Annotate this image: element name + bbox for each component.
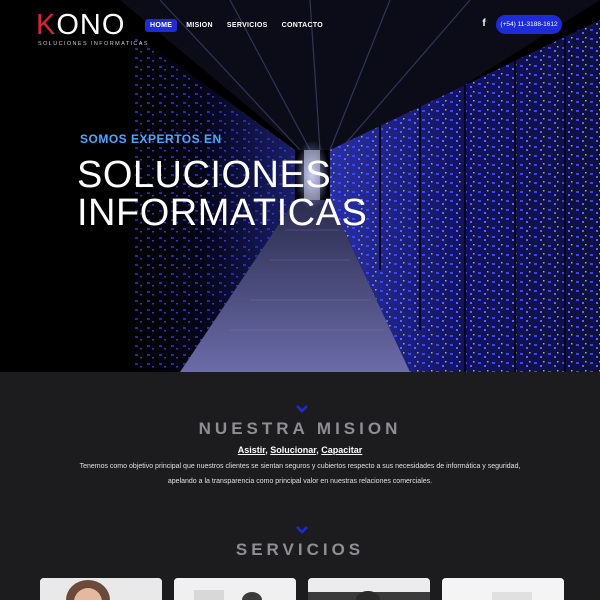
service-card-image	[174, 578, 296, 600]
hero-section: KONO SOLUCIONES INFORMATICAS HOME MISION…	[0, 0, 600, 372]
mision-title: NUESTRA MISION	[198, 419, 402, 438]
main-menu: HOME MISION SERVICIOS CONTACTO	[145, 19, 332, 32]
service-card[interactable]	[174, 578, 296, 600]
service-card-image	[442, 578, 564, 600]
servicios-cards	[40, 578, 570, 600]
logo-wordmark: KONO	[36, 9, 126, 41]
service-card-image	[40, 578, 162, 600]
chevron-down-icon	[296, 405, 308, 413]
kono-logo[interactable]: KONO SOLUCIONES INFORMATICAS	[36, 9, 148, 48]
menu-item-home[interactable]: HOME	[145, 19, 178, 32]
mision-links: Asistir, Solucionar, Capacitar	[237, 445, 363, 455]
mision-description: Tenemos como objetivo principal que nues…	[60, 459, 540, 489]
logo-subtitle: SOLUCIONES INFORMATICAS	[38, 41, 149, 47]
solucionar-link[interactable]: Solucionar	[270, 445, 316, 455]
menu-item-servicios[interactable]: SERVICIOS	[222, 19, 273, 32]
menu-item-contacto[interactable]: CONTACTO	[277, 19, 328, 32]
hero-kicker: SOMOS EXPERTOS EN	[80, 132, 222, 146]
service-card-image	[308, 578, 430, 600]
asistir-link[interactable]: Asistir	[238, 445, 266, 455]
menu-item-mision[interactable]: MISION	[181, 19, 218, 32]
chevron-down-icon	[296, 526, 308, 534]
servicios-title: SERVICIOS	[235, 540, 365, 559]
mision-text-line1: Tenemos como objetivo principal que nues…	[79, 463, 521, 470]
hero-title-line2: INFORMATICAS	[77, 192, 368, 234]
service-card[interactable]	[40, 578, 162, 600]
capacitar-link[interactable]: Capacitar	[321, 445, 362, 455]
hero-title-line1: SOLUCIONES	[77, 154, 332, 196]
phone-button[interactable]: (+54) 11-3188-1612	[496, 15, 562, 34]
top-navigation: KONO SOLUCIONES INFORMATICAS HOME MISION…	[0, 0, 600, 52]
hero-title: SOLUCIONES INFORMATICAS	[77, 156, 367, 232]
mision-text-line2: apelando a la transparencia como princip…	[167, 478, 433, 485]
service-card[interactable]	[308, 578, 430, 600]
facebook-icon[interactable]: f	[478, 17, 490, 31]
service-card[interactable]	[442, 578, 564, 600]
